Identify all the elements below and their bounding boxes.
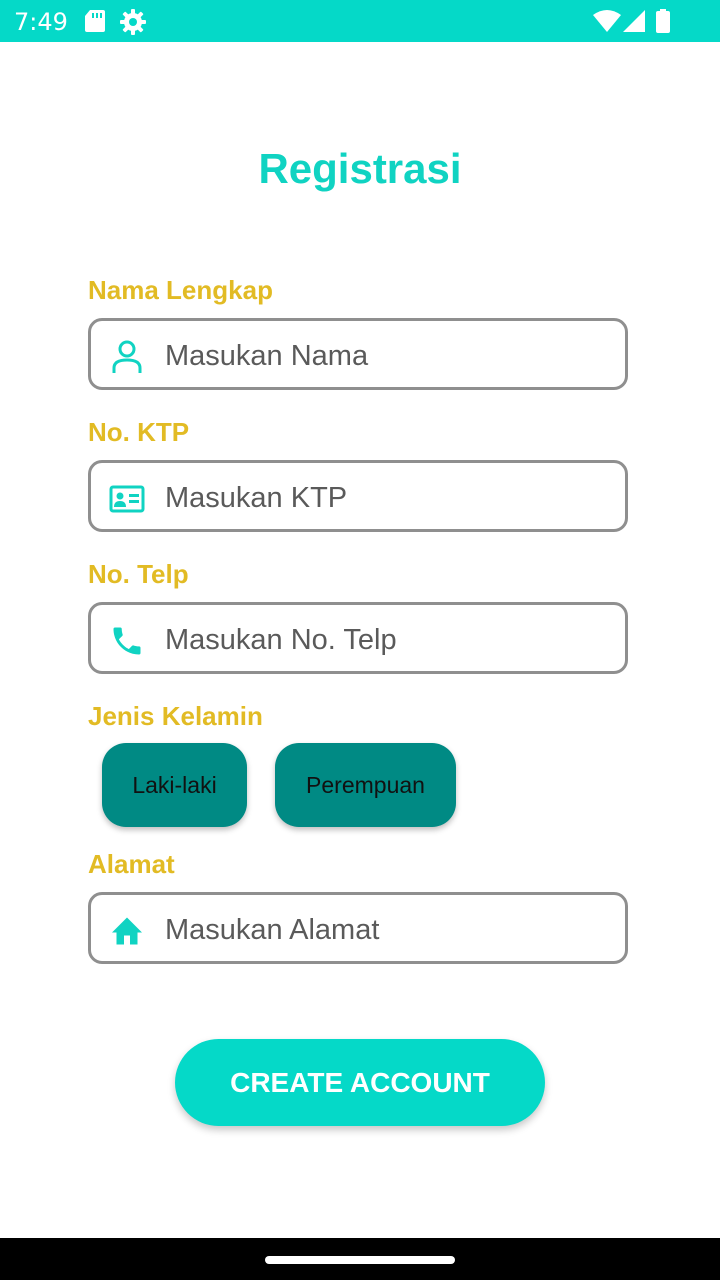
navigation-bar [0,1238,720,1280]
phone-icon [113,627,141,655]
ktp-label: No. KTP [88,417,190,447]
sd-card-icon [85,10,105,32]
gender-laki-laki-button[interactable]: Laki-laki [102,743,247,827]
gender-options: Laki-laki Perempuan [88,737,478,833]
telp-input[interactable]: Masukan No. Telp [88,602,628,674]
signal-icon [623,10,645,32]
nama-label: Nama Lengkap [88,275,273,305]
nama-input[interactable]: Masukan Nama [88,318,628,390]
alamat-label: Alamat [88,849,175,879]
home-gesture-handle[interactable] [265,1256,455,1264]
home-icon [112,917,142,945]
status-bar: 7:49 [0,0,720,42]
gender-label: Jenis Kelamin [88,701,263,731]
alamat-placeholder: Masukan Alamat [165,914,380,946]
create-account-button[interactable]: CREATE ACCOUNT [175,1039,545,1126]
ktp-placeholder: Masukan KTP [165,482,348,514]
gender-perempuan-button[interactable]: Perempuan [275,743,456,827]
nama-placeholder: Masukan Nama [165,340,369,372]
settings-gear-icon [120,9,146,35]
ktp-input[interactable]: Masukan KTP [88,460,628,532]
alamat-input[interactable]: Masukan Alamat [88,892,628,964]
id-card-icon [109,485,145,513]
telp-placeholder: Masukan No. Telp [165,624,397,656]
page-title: Registrasi [258,145,462,192]
battery-icon [656,9,670,33]
telp-label: No. Telp [88,559,189,589]
person-icon [112,340,142,373]
wifi-icon [593,10,621,32]
status-time: 7:49 [14,8,68,36]
